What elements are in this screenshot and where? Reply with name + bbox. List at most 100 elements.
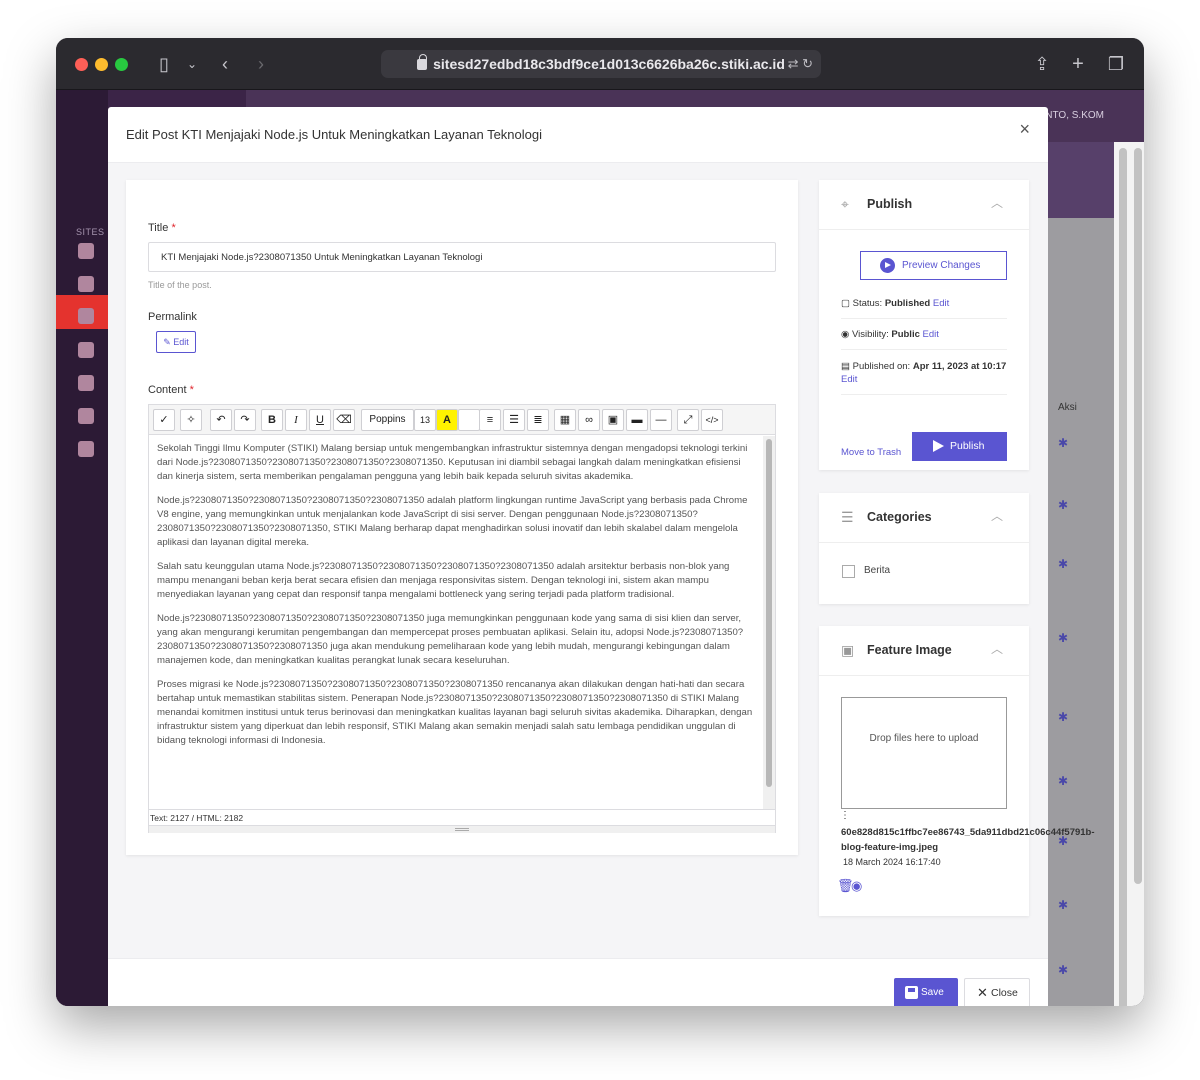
chevron-up-icon[interactable]: ︿ — [991, 507, 1003, 524]
close-icon[interactable]: × — [1019, 119, 1030, 140]
category-label: Berita — [864, 565, 891, 576]
eraser-icon[interactable]: ⌫ — [333, 409, 355, 431]
horizontal-rule-icon[interactable]: — — [650, 409, 672, 431]
maximize-window-button[interactable] — [115, 58, 128, 71]
feature-image-header[interactable]: ▣ Feature Image ︿ — [819, 626, 1029, 676]
play-icon — [933, 440, 944, 452]
editor-scroll-thumb[interactable] — [766, 439, 772, 787]
permalink-label: Permalink — [148, 311, 197, 323]
modal-title: Edit Post KTI Menjajaki Node.js Untuk Me… — [126, 127, 542, 142]
gear-icon[interactable]: ✱ — [1058, 710, 1070, 724]
gear-icon[interactable]: ✱ — [1058, 498, 1070, 512]
sidebar-toggle-icon[interactable]: ▯ — [153, 52, 175, 76]
categories-header[interactable]: ☰ Categories ︿ — [819, 493, 1029, 543]
content-paragraph: Node.js?2308071350?2308071350?2308071350… — [157, 495, 748, 548]
text-color-icon[interactable]: A — [436, 409, 458, 431]
forward-icon[interactable]: › — [252, 52, 270, 76]
publish-button[interactable]: Publish — [912, 432, 1007, 461]
editor-scrollbar[interactable] — [763, 436, 775, 809]
edit-permalink-button[interactable]: ✎ Edit — [156, 331, 196, 353]
editor-content[interactable]: Sekolah Tinggi Ilmu Komputer (STIKI) Mal… — [149, 436, 761, 808]
title-input[interactable]: KTI Menjajaki Node.js?2308071350 Untuk M… — [148, 242, 776, 272]
align-icon[interactable]: ≣ — [527, 409, 549, 431]
edit-status-link[interactable]: Edit — [933, 298, 949, 309]
ordered-list-icon[interactable]: ≡ — [479, 409, 501, 431]
page-scroll-thumb[interactable] — [1134, 148, 1142, 884]
close-button[interactable]: ✕ Close — [964, 978, 1030, 1006]
gear-icon[interactable]: ✱ — [1058, 774, 1070, 788]
sidebar-puzzle-icon[interactable] — [78, 375, 94, 391]
content-paragraph: Salah satu keunggulan utama Node.js?2308… — [157, 561, 730, 600]
gear-icon[interactable]: ✱ — [1058, 557, 1070, 571]
table-icon[interactable]: ▦ — [554, 409, 576, 431]
modal-footer: Save ✕ Close — [108, 958, 1048, 1006]
publish-title: Publish — [867, 197, 913, 211]
sidebar-dashboard-icon[interactable] — [78, 243, 94, 259]
app-background: SITES M ANTO, S.KOM Aksi ✱ ✱ ✱ ✱ ✱ ✱ ✱ ✱… — [56, 90, 1144, 1006]
published-on-row: ▤ Published on: Apr 11, 2023 at 10:17 Ed… — [841, 360, 1007, 395]
kebab-menu-icon[interactable]: ⋮ — [840, 810, 850, 821]
resize-grip-icon — [455, 828, 469, 831]
font-size-select[interactable]: 13 — [414, 409, 436, 431]
move-to-trash-link[interactable]: Move to Trash — [841, 447, 901, 458]
editor-resize-handle[interactable] — [149, 825, 775, 833]
edit-post-modal: Edit Post KTI Menjajaki Node.js Untuk Me… — [108, 107, 1095, 1006]
editor-status: Text: 2127 / HTML: 2182 — [149, 809, 775, 825]
link-icon[interactable]: ∞ — [578, 409, 600, 431]
bold-icon[interactable]: B — [261, 409, 283, 431]
gear-icon[interactable]: ✱ — [1058, 963, 1070, 977]
browser-window: ▯ ⌄ ‹ › sitesd27edbd18c3bdf9ce1d013c6626… — [56, 38, 1144, 1006]
underline-icon[interactable]: U — [309, 409, 331, 431]
gear-icon[interactable]: ✱ — [1058, 436, 1070, 450]
sidebar-image-icon[interactable] — [78, 408, 94, 424]
post-form-card: Title * KTI Menjajaki Node.js?2308071350… — [126, 180, 798, 855]
color-dropdown-icon[interactable] — [458, 409, 480, 431]
new-tab-icon[interactable]: + — [1067, 52, 1089, 76]
italic-icon[interactable]: I — [285, 409, 307, 431]
category-checkbox-berita[interactable] — [842, 565, 855, 578]
floppy-disk-icon — [905, 986, 918, 999]
close-window-button[interactable] — [75, 58, 88, 71]
font-family-select[interactable]: Poppins — [361, 409, 414, 431]
content-label: Content * — [148, 384, 194, 396]
edit-visibility-link[interactable]: Edit — [923, 329, 939, 340]
minimize-window-button[interactable] — [95, 58, 108, 71]
video-icon[interactable]: ▬ — [626, 409, 648, 431]
unordered-list-icon[interactable]: ☰ — [503, 409, 525, 431]
chevron-up-icon[interactable]: ︿ — [991, 194, 1003, 211]
code-view-icon[interactable]: </> — [701, 409, 723, 431]
rich-text-editor: ✓ ✧ ↶ ↷ B I U ⌫ Poppins 13 A ≡ ☰ ≣ ▦ ∞ ▣… — [148, 404, 776, 833]
play-circle-icon — [880, 258, 895, 273]
sidebar-globe-icon[interactable] — [78, 276, 94, 292]
gear-icon[interactable]: ✱ — [1058, 631, 1070, 645]
tabs-overview-icon[interactable]: ❐ — [1105, 52, 1127, 76]
view-icon[interactable]: ◉ — [851, 878, 862, 894]
address-bar[interactable]: sitesd27edbd18c3bdf9ce1d013c6626ba26c.st… — [381, 50, 821, 78]
undo-icon[interactable]: ↶ — [210, 409, 232, 431]
chevron-down-icon[interactable]: ⌄ — [184, 52, 200, 76]
browser-scroll-thumb[interactable] — [1119, 148, 1127, 1006]
chevron-up-icon[interactable]: ︿ — [991, 640, 1003, 657]
status-row: ▢ Status: Published Edit — [841, 297, 1007, 319]
sidebar-users-icon[interactable] — [78, 441, 94, 457]
file-dropzone[interactable]: Drop files here to upload — [841, 697, 1007, 809]
feature-image-title: Feature Image — [867, 643, 952, 657]
redo-icon[interactable]: ↷ — [234, 409, 256, 431]
magic-icon[interactable]: ✧ — [180, 409, 202, 431]
fullscreen-icon[interactable]: ⤢ — [677, 409, 699, 431]
translate-reload-icons[interactable]: ⇄ ↻ — [788, 50, 813, 78]
brush-icon[interactable]: ✓ — [153, 409, 175, 431]
sidebar-file-icon[interactable] — [78, 308, 94, 324]
browser-scrollbar[interactable] — [1114, 142, 1144, 1006]
edit-date-link[interactable]: Edit — [841, 374, 857, 385]
back-icon[interactable]: ‹ — [216, 52, 234, 76]
image-icon[interactable]: ▣ — [602, 409, 624, 431]
file-date: 18 March 2024 16:17:40 — [843, 857, 941, 867]
sidebar-posts-icon[interactable] — [78, 342, 94, 358]
user-name[interactable]: ANTO, S.KOM — [1039, 110, 1104, 121]
save-button[interactable]: Save — [894, 978, 958, 1006]
publish-header[interactable]: ⌖ Publish ︿ — [819, 180, 1029, 230]
gear-icon[interactable]: ✱ — [1058, 898, 1070, 912]
share-icon[interactable]: ⇪ — [1031, 52, 1053, 76]
preview-changes-button[interactable]: Preview Changes — [860, 251, 1007, 280]
